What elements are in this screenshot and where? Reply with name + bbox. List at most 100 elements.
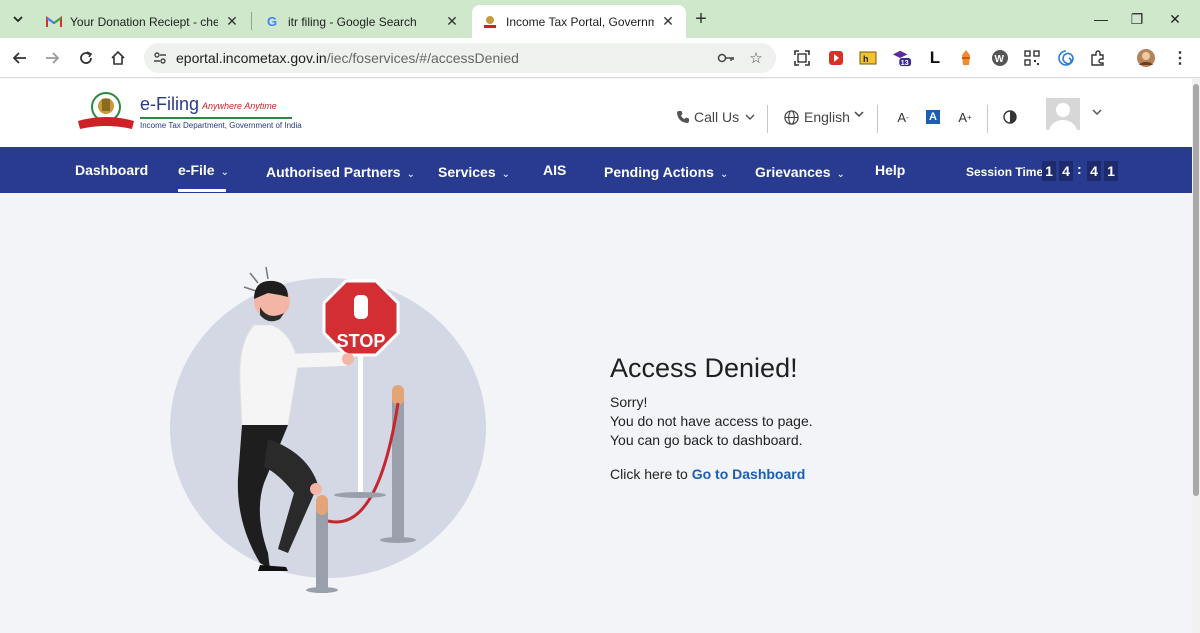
nav-dashboard[interactable]: Dashboard (75, 162, 148, 178)
qr-code-icon[interactable] (1022, 48, 1042, 68)
no-access-text: You do not have access to page. (610, 413, 813, 429)
chevron-down-icon (854, 111, 864, 118)
l-extension-icon[interactable]: L (925, 48, 945, 68)
close-icon[interactable]: ✕ (224, 13, 240, 30)
user-icon (1049, 103, 1077, 130)
svg-text:W: W (995, 54, 1005, 65)
profile-avatar-icon[interactable] (1136, 48, 1156, 68)
contrast-icon (1003, 110, 1017, 124)
media-extension-icon[interactable] (826, 48, 846, 68)
browser-tab-google-search[interactable]: G itr filing - Google Search ✕ (254, 5, 470, 38)
window-close-button[interactable]: ✕ (1164, 8, 1186, 30)
nav-e-file[interactable]: e-File ⌄ (178, 162, 229, 178)
nav-authorised-partners[interactable]: Authorised Partners ⌄ (266, 164, 415, 180)
fox-extension-icon[interactable] (956, 48, 976, 68)
chevron-down-icon: ⌄ (836, 169, 845, 180)
session-digit: 1 (1042, 161, 1056, 181)
tab-search-button[interactable] (6, 7, 30, 31)
screenshot-extension-icon[interactable] (792, 48, 812, 68)
chevron-down-icon (745, 114, 755, 121)
language-selector[interactable]: English (784, 109, 864, 125)
tab-title: Income Tax Portal, Government (506, 14, 654, 29)
nav-help[interactable]: Help (875, 162, 905, 178)
minimize-button[interactable]: — (1090, 8, 1112, 30)
logo-tagline: Anywhere Anytime (202, 101, 277, 111)
extension-badge: 13 (901, 58, 909, 67)
stop-sign-text: STOP (337, 331, 386, 351)
bookmark-star-icon[interactable]: ☆ (746, 48, 766, 68)
nav-services[interactable]: Services ⌄ (438, 164, 510, 180)
nav-active-indicator (178, 189, 226, 192)
header-divider (877, 105, 878, 133)
nav-label: Grievances (755, 164, 831, 180)
contrast-toggle[interactable] (1001, 108, 1019, 126)
close-icon[interactable]: ✕ (444, 13, 460, 30)
chevron-down-icon (13, 16, 23, 23)
logo-department: Income Tax Department, Government of Ind… (140, 121, 302, 130)
close-icon[interactable]: ✕ (660, 13, 676, 30)
back-button[interactable] (8, 46, 32, 70)
nav-label: e-File (178, 162, 215, 178)
go-back-text: You can go back to dashboard. (610, 432, 803, 448)
income-tax-emblem-icon (482, 14, 498, 30)
go-to-dashboard-link[interactable]: Go to Dashboard (692, 466, 806, 482)
site-info-icon[interactable] (150, 48, 170, 68)
language-label: English (804, 109, 850, 125)
chevron-down-icon (1092, 109, 1102, 116)
page-scrollbar-thumb[interactable] (1193, 84, 1199, 496)
user-avatar[interactable] (1046, 98, 1080, 130)
nav-grievances[interactable]: Grievances ⌄ (755, 164, 845, 180)
site-header: e-Filing Anywhere Anytime Income Tax Dep… (0, 79, 1200, 147)
nav-label: Authorised Partners (266, 164, 401, 180)
address-bar[interactable]: eportal.incometax.gov.in/iec/foservices/… (144, 43, 776, 73)
access-denied-illustration: STOP (170, 266, 486, 593)
password-key-icon[interactable] (716, 48, 736, 68)
puzzle-extensions-icon[interactable] (1088, 48, 1108, 68)
access-denied-page: STOP Access Denied! Sorry! You do not ha… (0, 193, 1192, 633)
call-us-label: Call Us (694, 109, 740, 125)
reload-icon (80, 51, 93, 64)
graduation-cap-icon[interactable]: 13 (892, 48, 912, 68)
nav-pending-actions[interactable]: Pending Actions ⌄ (604, 164, 728, 180)
nav-label: Help (875, 162, 906, 178)
gmail-icon (46, 14, 62, 30)
svg-text:h: h (863, 54, 869, 64)
restore-button[interactable]: ❐ (1126, 8, 1148, 30)
chevron-down-icon: ⌄ (719, 169, 729, 180)
nav-label: Services (438, 164, 496, 180)
new-tab-button[interactable]: + (690, 8, 712, 30)
forward-button[interactable] (40, 46, 64, 70)
font-decrease-button[interactable]: A- (894, 108, 912, 126)
user-menu-toggle[interactable] (1088, 103, 1106, 121)
nav-ais[interactable]: AIS (543, 162, 566, 178)
browser-menu-icon[interactable]: ⋮ (1170, 48, 1190, 68)
tab-title: itr filing - Google Search (288, 14, 417, 29)
browser-tab-gmail[interactable]: Your Donation Reciept - chetha ✕ (36, 5, 250, 38)
browser-toolbar: eportal.incometax.gov.in/iec/foservices/… (0, 38, 1200, 78)
phone-icon (677, 111, 689, 123)
session-digit: 4 (1087, 161, 1101, 181)
chevron-down-icon: ⌄ (220, 167, 229, 178)
session-digit: 4 (1059, 161, 1073, 181)
chevron-down-icon: ⌄ (406, 169, 415, 180)
w-extension-icon[interactable]: W (990, 48, 1010, 68)
url-path: /iec/foservices/#/accessDenied (326, 50, 519, 66)
swirl-extension-icon[interactable] (1056, 48, 1076, 68)
notes-extension-icon[interactable]: h (858, 48, 878, 68)
page-title: Access Denied! (610, 353, 798, 383)
home-icon (111, 50, 125, 65)
nav-label: AIS (543, 162, 567, 178)
url-text: eportal.incometax.gov.in/iec/foservices/… (176, 50, 519, 66)
font-increase-label: A (958, 109, 967, 125)
nav-label: Dashboard (75, 162, 149, 178)
call-us-menu[interactable]: Call Us (676, 109, 755, 125)
browser-tab-income-tax[interactable]: Income Tax Portal, Government ✕ (472, 5, 686, 38)
font-reset-button[interactable]: A (926, 110, 940, 124)
arrow-left-icon (12, 52, 26, 64)
font-increase-button[interactable]: A + (956, 108, 974, 126)
efiling-logo[interactable]: e-Filing Anywhere Anytime Income Tax Dep… (76, 89, 302, 137)
reload-button[interactable] (74, 46, 98, 70)
dashboard-prompt: Click here to Go to Dashboard (610, 466, 805, 482)
click-here-text: Click here to (610, 466, 688, 482)
home-button[interactable] (106, 46, 130, 70)
